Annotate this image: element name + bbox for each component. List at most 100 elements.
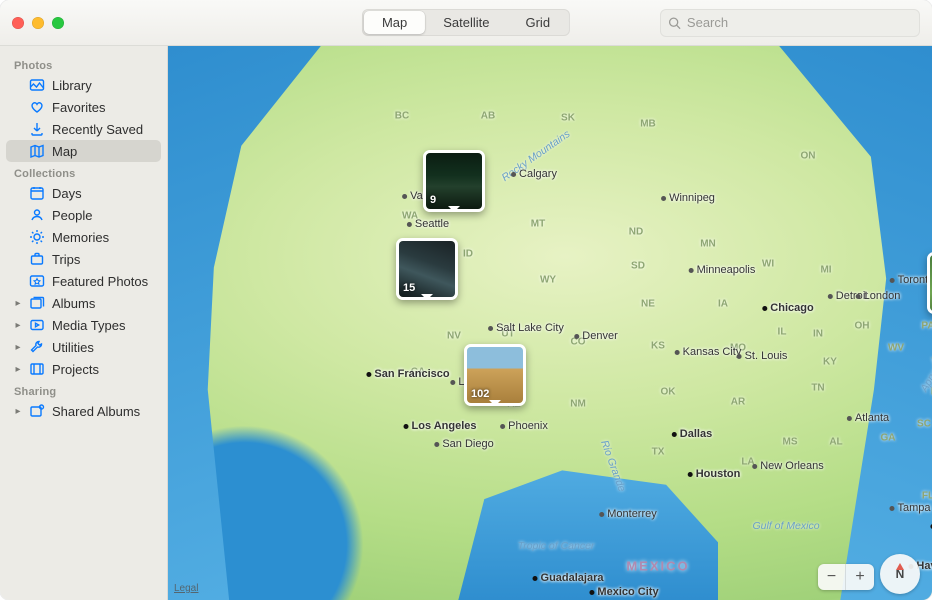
city-label: St. Louis — [737, 350, 788, 362]
sidebar-item-favorites[interactable]: ▸ Favorites — [6, 96, 161, 118]
sidebar-item-label: Utilities — [52, 340, 153, 355]
city-label: Denver — [574, 330, 617, 342]
close-button[interactable] — [12, 17, 24, 29]
sidebar-item-albums[interactable]: ▸ Albums — [6, 292, 161, 314]
sidebar-item-people[interactable]: ▸ People — [6, 204, 161, 226]
sidebar-item-featured-photos[interactable]: ▸ Featured Photos — [6, 270, 161, 292]
city-label: Tampa — [889, 502, 930, 514]
state-abbrev: MB — [640, 119, 656, 130]
state-abbrev: FL — [922, 491, 932, 502]
media-types-icon — [29, 317, 45, 333]
shared-albums-icon — [29, 403, 45, 419]
section-photos: Photos — [6, 54, 161, 74]
compass-label: N — [896, 567, 905, 581]
sidebar-item-label: People — [52, 208, 153, 223]
state-abbrev: PA — [921, 321, 932, 332]
memories-icon — [29, 229, 45, 245]
city-label: Mexico City — [589, 586, 658, 598]
city-label: Atlanta — [847, 412, 889, 424]
sidebar-item-label: Map — [52, 144, 153, 159]
city-label: London — [856, 290, 901, 302]
state-abbrev: MS — [783, 437, 798, 448]
state-abbrev: ND — [629, 227, 643, 238]
state-abbrev: IA — [718, 299, 728, 310]
photo-cluster-pin[interactable]: 9 — [423, 150, 485, 212]
state-abbrev: MI — [820, 265, 831, 276]
city-label: San Francisco — [366, 368, 449, 380]
sidebar-item-library[interactable]: ▸ Library — [6, 74, 161, 96]
sidebar-item-label: Days — [52, 186, 153, 201]
zoom-in-button[interactable]: + — [846, 564, 874, 590]
titlebar: Map Satellite Grid — [0, 0, 932, 46]
sidebar-item-projects[interactable]: ▸ Projects — [6, 358, 161, 380]
sidebar-item-recently-saved[interactable]: ▸ Recently Saved — [6, 118, 161, 140]
state-abbrev: SD — [631, 261, 645, 272]
compass-control[interactable]: N — [880, 554, 920, 594]
city-label: Winnipeg — [661, 192, 715, 204]
sidebar-item-trips[interactable]: ▸ Trips — [6, 248, 161, 270]
city-label: Calgary — [511, 168, 557, 180]
state-abbrev: WV — [888, 343, 904, 354]
state-abbrev: AL — [829, 437, 842, 448]
state-abbrev: NV — [447, 331, 461, 342]
minimize-button[interactable] — [32, 17, 44, 29]
seg-grid[interactable]: Grid — [507, 11, 568, 34]
chevron-right-icon: ▸ — [14, 406, 22, 417]
city-label: Los Angeles — [404, 420, 477, 432]
search-field[interactable] — [660, 9, 920, 37]
region-label: MEXICO — [626, 559, 689, 574]
suitcase-icon — [29, 251, 45, 267]
pin-count: 102 — [471, 388, 489, 400]
city-label: Salt Lake City — [488, 322, 564, 334]
city-label: Monterrey — [599, 508, 657, 520]
pin-count: 15 — [403, 282, 415, 294]
sidebar-item-map[interactable]: ▸ Map — [6, 140, 161, 162]
city-label: Houston — [688, 468, 741, 480]
state-abbrev: KY — [823, 357, 837, 368]
sidebar-item-label: Recently Saved — [52, 122, 153, 137]
app-window: Map Satellite Grid Photos ▸ Library ▸ Fa… — [0, 0, 932, 600]
state-abbrev: WI — [762, 259, 774, 270]
sidebar-item-label: Featured Photos — [52, 274, 153, 289]
sidebar-item-shared-albums[interactable]: ▸ Shared Albums — [6, 400, 161, 422]
sidebar-item-label: Projects — [52, 362, 153, 377]
photo-cluster-pin[interactable]: 102 — [464, 344, 526, 406]
photo-cluster-pin[interactable]: 7 — [927, 252, 932, 314]
state-abbrev: AR — [731, 397, 745, 408]
state-abbrev: NE — [641, 299, 655, 310]
section-sharing: Sharing — [6, 380, 161, 400]
seg-satellite[interactable]: Satellite — [425, 11, 507, 34]
sidebar-item-label: Albums — [52, 296, 153, 311]
city-label: Chicago — [762, 302, 813, 314]
state-abbrev: OK — [661, 387, 676, 398]
photo-cluster-pin[interactable]: 15 — [396, 238, 458, 300]
seg-map[interactable]: Map — [364, 11, 425, 34]
city-label: Guadalajara — [533, 572, 604, 584]
fullscreen-button[interactable] — [52, 17, 64, 29]
calendar-icon — [29, 185, 45, 201]
pin-count: 9 — [430, 194, 436, 206]
zoom-out-button[interactable]: − — [818, 564, 846, 590]
library-icon — [29, 77, 45, 93]
city-label: Kansas City — [675, 346, 742, 358]
legal-link[interactable]: Legal — [174, 583, 198, 594]
sidebar-item-label: Library — [52, 78, 153, 93]
download-icon — [29, 121, 45, 137]
map-feature-label: Tropic of Cancer — [518, 540, 595, 552]
sidebar-item-memories[interactable]: ▸ Memories — [6, 226, 161, 248]
star-photo-icon — [29, 273, 45, 289]
chevron-right-icon: ▸ — [14, 342, 22, 353]
sidebar-item-days[interactable]: ▸ Days — [6, 182, 161, 204]
map-feature-label: Gulf of Mexico — [752, 520, 819, 532]
sidebar-item-utilities[interactable]: ▸ Utilities — [6, 336, 161, 358]
sidebar-item-media-types[interactable]: ▸ Media Types — [6, 314, 161, 336]
albums-icon — [29, 295, 45, 311]
state-abbrev: NM — [570, 399, 586, 410]
state-abbrev: ON — [801, 151, 816, 162]
state-abbrev: MT — [531, 219, 545, 230]
search-input[interactable] — [687, 15, 912, 30]
city-label: Toronto — [890, 274, 932, 286]
window-body: Photos ▸ Library ▸ Favorites ▸ Recently … — [0, 46, 932, 600]
search-icon — [668, 16, 681, 30]
map-view[interactable]: BCABSKMBONQCWAORIDMTNDSDMNWIMIWYNEIANVUT… — [168, 46, 932, 600]
